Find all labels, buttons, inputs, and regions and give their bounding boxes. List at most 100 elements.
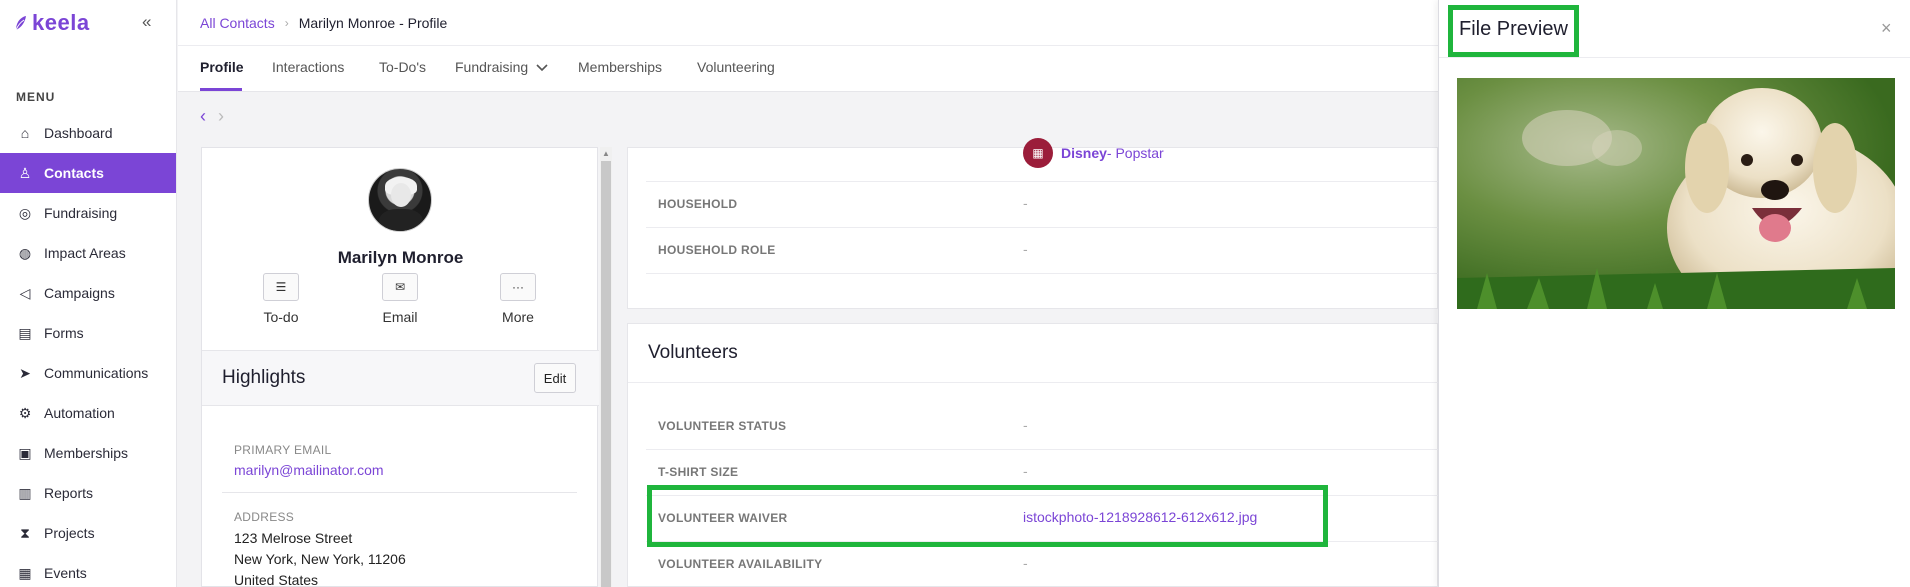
sidebar-item-label: Reports [44, 485, 94, 501]
breadcrumb: All Contacts › Marilyn Monroe - Profile [200, 15, 447, 31]
sidebar: keela « MENU ⌂ Dashboard ♙ Contacts ◎ Fu… [0, 0, 177, 587]
household-role-value: - [1023, 241, 1028, 257]
sidebar-item-contacts[interactable]: ♙ Contacts [0, 153, 176, 193]
sidebar-item-label: Impact Areas [44, 245, 126, 261]
sidebar-item-memberships[interactable]: ▣ Memberships [0, 433, 176, 473]
chevron-down-icon [536, 64, 548, 72]
breadcrumb-all-contacts-link[interactable]: All Contacts [200, 15, 275, 31]
sidebar-item-label: Fundraising [44, 205, 118, 221]
menu-label: MENU [16, 90, 56, 104]
waiver-highlight-box [647, 485, 1328, 547]
sidebar-item-projects[interactable]: ⧗ Projects [0, 513, 176, 553]
email-action[interactable]: ✉ Email [370, 273, 430, 325]
highlights-header: Highlights Edit [202, 350, 599, 406]
tab-volunteering[interactable]: Volunteering [697, 59, 775, 75]
robot-icon: ⚙ [18, 404, 32, 421]
household-role-label: HOUSEHOLD ROLE [658, 243, 776, 257]
profile-tabs: Profile Interactions To-Do's Fundraising… [178, 46, 1438, 92]
volunteer-availability-value: - [1023, 555, 1028, 571]
send-icon: ➤ [19, 364, 31, 381]
puppy-photo [1457, 78, 1895, 309]
bar-chart-icon: ▥ [18, 484, 32, 501]
next-record-icon[interactable]: › [218, 106, 224, 127]
file-preview-image [1457, 78, 1895, 309]
todo-action-label: To-do [263, 309, 299, 325]
household-label: HOUSEHOLD [658, 197, 738, 211]
globe-icon: ◍ [18, 244, 32, 261]
organization-link[interactable]: Disney [1061, 145, 1107, 161]
top-bar: All Contacts › Marilyn Monroe - Profile [178, 0, 1438, 46]
tab-memberships[interactable]: Memberships [578, 59, 662, 75]
tab-todos[interactable]: To-Do's [379, 59, 426, 75]
sidebar-item-fundraising[interactable]: ◎ Fundraising [0, 193, 176, 233]
sidebar-item-label: Projects [44, 525, 95, 541]
form-icon: ▤ [18, 324, 32, 341]
profile-card: Marilyn Monroe ☰ To-do ✉ Email ··· More … [201, 147, 599, 587]
checklist-icon[interactable]: ☰ [263, 273, 299, 301]
sidebar-item-campaigns[interactable]: ◁ Campaigns [0, 273, 176, 313]
divider [628, 382, 1439, 383]
megaphone-icon: ◁ [19, 284, 31, 301]
email-action-label: Email [382, 309, 418, 325]
sidebar-item-impact-areas[interactable]: ◍ Impact Areas [0, 233, 176, 273]
record-pager: ‹ › [200, 106, 224, 127]
more-action[interactable]: ··· More [488, 273, 548, 325]
breadcrumb-current: Marilyn Monroe - Profile [298, 15, 448, 31]
keela-logo-icon [15, 16, 26, 31]
tab-fundraising-label: Fundraising [455, 59, 529, 75]
previous-record-icon[interactable]: ‹ [200, 106, 206, 127]
divider [646, 227, 1439, 228]
organization-row: ▦ Disney- Popstar [1023, 138, 1164, 168]
volunteers-card: Volunteers VOLUNTEER STATUS - T-SHIRT SI… [627, 323, 1439, 587]
contact-name: Marilyn Monroe [337, 248, 464, 267]
divider [646, 181, 1439, 182]
tab-fundraising[interactable]: Fundraising [455, 59, 548, 75]
primary-email-label: PRIMARY EMAIL [234, 443, 332, 457]
tshirt-size-label: T-SHIRT SIZE [658, 465, 739, 479]
profile-scrollbar[interactable]: ▲ [600, 147, 612, 587]
sidebar-item-communications[interactable]: ➤ Communications [0, 353, 176, 393]
sidebar-item-label: Dashboard [44, 125, 113, 141]
edit-highlights-button[interactable]: Edit [534, 363, 576, 393]
address-line-2: New York, New York, 11206 [234, 551, 406, 567]
scroll-up-icon[interactable]: ▲ [602, 149, 610, 158]
sidebar-item-forms[interactable]: ▤ Forms [0, 313, 176, 353]
sidebar-item-reports[interactable]: ▥ Reports [0, 473, 176, 513]
tab-interactions[interactable]: Interactions [272, 59, 344, 75]
sidebar-item-label: Automation [44, 405, 115, 421]
divider [222, 492, 577, 493]
sidebar-item-label: Communications [44, 365, 149, 381]
active-tab-indicator [200, 88, 242, 91]
household-value: - [1023, 195, 1028, 211]
sidebar-item-automation[interactable]: ⚙ Automation [0, 393, 176, 433]
tab-profile[interactable]: Profile [200, 59, 244, 75]
hourglass-icon: ⧗ [20, 524, 30, 541]
volunteer-status-label: VOLUNTEER STATUS [658, 419, 787, 433]
volunteer-availability-label: VOLUNTEER AVAILABILITY [658, 557, 823, 571]
primary-email-link[interactable]: marilyn@mailinator.com [234, 462, 384, 478]
sidebar-item-label: Campaigns [44, 285, 115, 301]
chevron-right-icon: › [284, 16, 289, 30]
highlights-title: Highlights [222, 367, 306, 388]
logo-text: keela [32, 10, 90, 35]
title-highlight-box [1448, 5, 1579, 57]
todo-action[interactable]: ☰ To-do [251, 273, 311, 325]
envelope-icon[interactable]: ✉ [382, 273, 418, 301]
sidebar-item-label: Contacts [44, 165, 104, 181]
divider [646, 449, 1439, 450]
sidebar-menu: ⌂ Dashboard ♙ Contacts ◎ Fundraising ◍ I… [0, 113, 176, 587]
close-icon[interactable]: × [1881, 18, 1892, 39]
sidebar-item-events[interactable]: ▦ Events [0, 553, 176, 587]
sidebar-item-label: Events [44, 565, 87, 581]
scrollbar-thumb[interactable] [601, 161, 611, 587]
organization-role: - Popstar [1106, 145, 1164, 161]
id-card-icon: ▣ [18, 444, 32, 461]
keela-logo[interactable]: keela [14, 10, 90, 36]
sidebar-item-dashboard[interactable]: ⌂ Dashboard [0, 113, 176, 153]
collapse-sidebar-icon[interactable]: « [142, 12, 151, 32]
contact-details-card: ▦ Disney- Popstar HOUSEHOLD - HOUSEHOLD … [627, 138, 1439, 309]
more-icon[interactable]: ··· [500, 273, 536, 301]
sidebar-item-label: Memberships [44, 445, 129, 461]
hand-coin-icon: ◎ [18, 204, 32, 221]
home-icon: ⌂ [20, 125, 30, 141]
